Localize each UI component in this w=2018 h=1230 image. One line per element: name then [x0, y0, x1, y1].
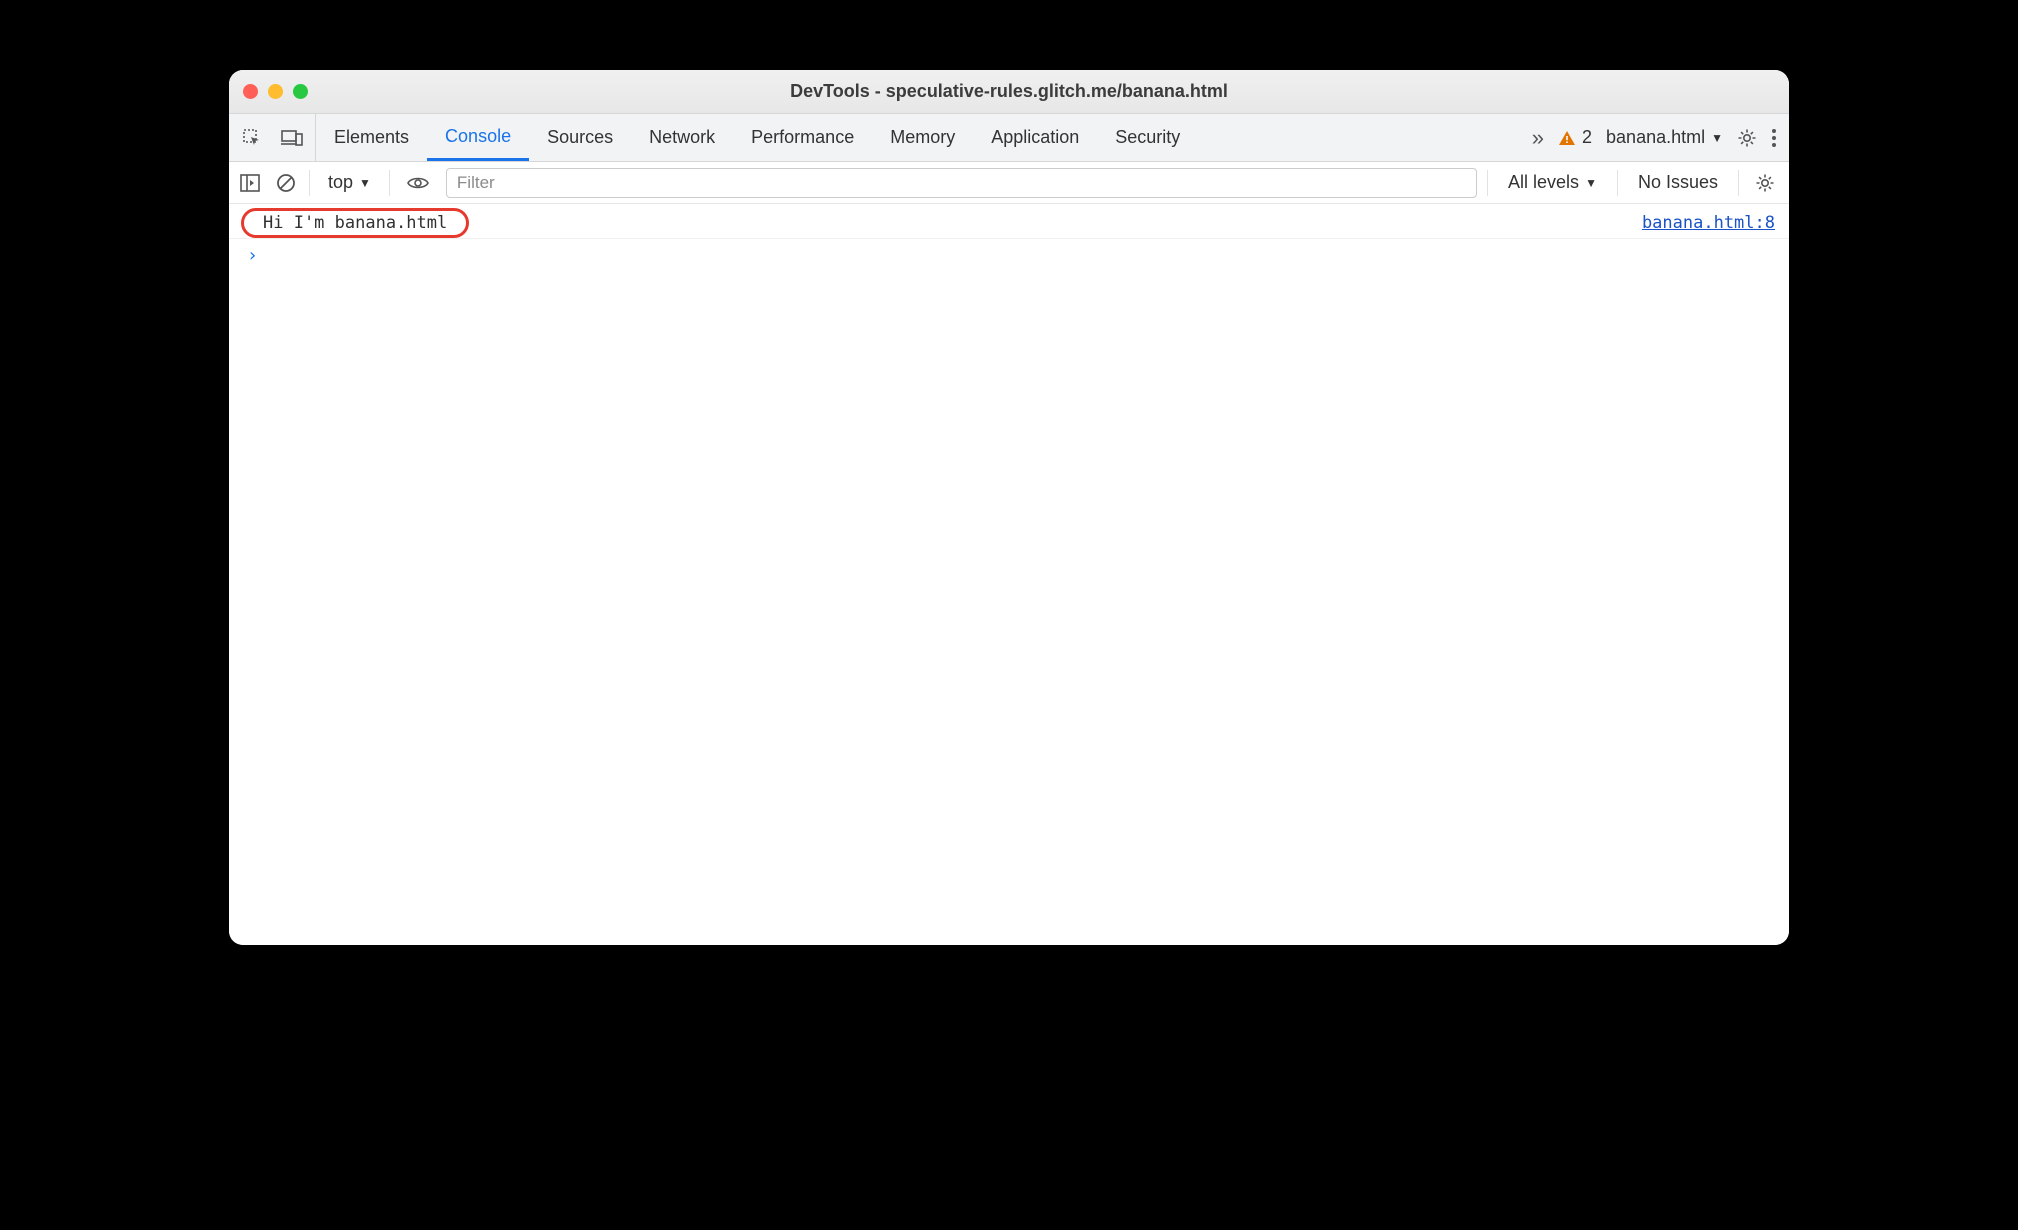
titlebar: DevTools - speculative-rules.glitch.me/b…	[229, 70, 1789, 114]
inspect-element-icon[interactable]	[239, 128, 265, 148]
device-toolbar-icon[interactable]	[279, 129, 305, 147]
more-tabs-button[interactable]: »	[1532, 125, 1544, 151]
close-window-button[interactable]	[243, 84, 258, 99]
kebab-menu-icon[interactable]	[1771, 128, 1777, 148]
chevron-down-icon: ▼	[359, 176, 371, 190]
target-selector[interactable]: banana.html ▼	[1606, 127, 1723, 148]
console-settings-icon[interactable]	[1749, 173, 1781, 193]
tab-application[interactable]: Application	[973, 114, 1097, 161]
minimize-window-button[interactable]	[268, 84, 283, 99]
log-row: Hi I'm banana.html banana.html:8	[229, 208, 1789, 239]
chevron-down-icon: ▼	[1711, 131, 1723, 145]
warnings-count: 2	[1582, 127, 1592, 148]
issues-label[interactable]: No Issues	[1628, 172, 1728, 193]
log-message: Hi I'm banana.html	[247, 211, 463, 235]
console-prompt[interactable]: ›	[229, 239, 1789, 272]
main-tabstrip: Elements Console Sources Network Perform…	[229, 114, 1789, 162]
filter-input[interactable]	[446, 168, 1477, 198]
tab-network[interactable]: Network	[631, 114, 733, 161]
source-link[interactable]: banana.html:8	[1642, 213, 1775, 233]
warning-icon	[1558, 129, 1576, 147]
live-expression-icon[interactable]	[400, 175, 436, 191]
tab-elements[interactable]: Elements	[316, 114, 427, 161]
tab-memory[interactable]: Memory	[872, 114, 973, 161]
window-title: DevTools - speculative-rules.glitch.me/b…	[229, 81, 1789, 102]
levels-label: All levels	[1508, 172, 1579, 193]
chevron-down-icon: ▼	[1585, 176, 1597, 190]
context-label: top	[328, 172, 353, 193]
console-toolbar: top ▼ All levels ▼ No Issues	[229, 162, 1789, 204]
warnings-indicator[interactable]: 2	[1558, 127, 1592, 148]
tab-performance[interactable]: Performance	[733, 114, 872, 161]
tab-sources[interactable]: Sources	[529, 114, 631, 161]
prompt-chevron-icon: ›	[247, 245, 258, 266]
toggle-sidebar-icon[interactable]	[237, 174, 263, 192]
execution-context-selector[interactable]: top ▼	[320, 172, 379, 193]
maximize-window-button[interactable]	[293, 84, 308, 99]
log-levels-selector[interactable]: All levels ▼	[1498, 172, 1607, 193]
clear-console-icon[interactable]	[273, 173, 299, 193]
target-label: banana.html	[1606, 127, 1705, 148]
settings-icon[interactable]	[1737, 128, 1757, 148]
tab-console[interactable]: Console	[427, 114, 529, 161]
tab-security[interactable]: Security	[1097, 114, 1198, 161]
console-output: Hi I'm banana.html banana.html:8 ›	[229, 204, 1789, 945]
devtools-window: DevTools - speculative-rules.glitch.me/b…	[229, 70, 1789, 945]
traffic-lights	[229, 84, 308, 99]
